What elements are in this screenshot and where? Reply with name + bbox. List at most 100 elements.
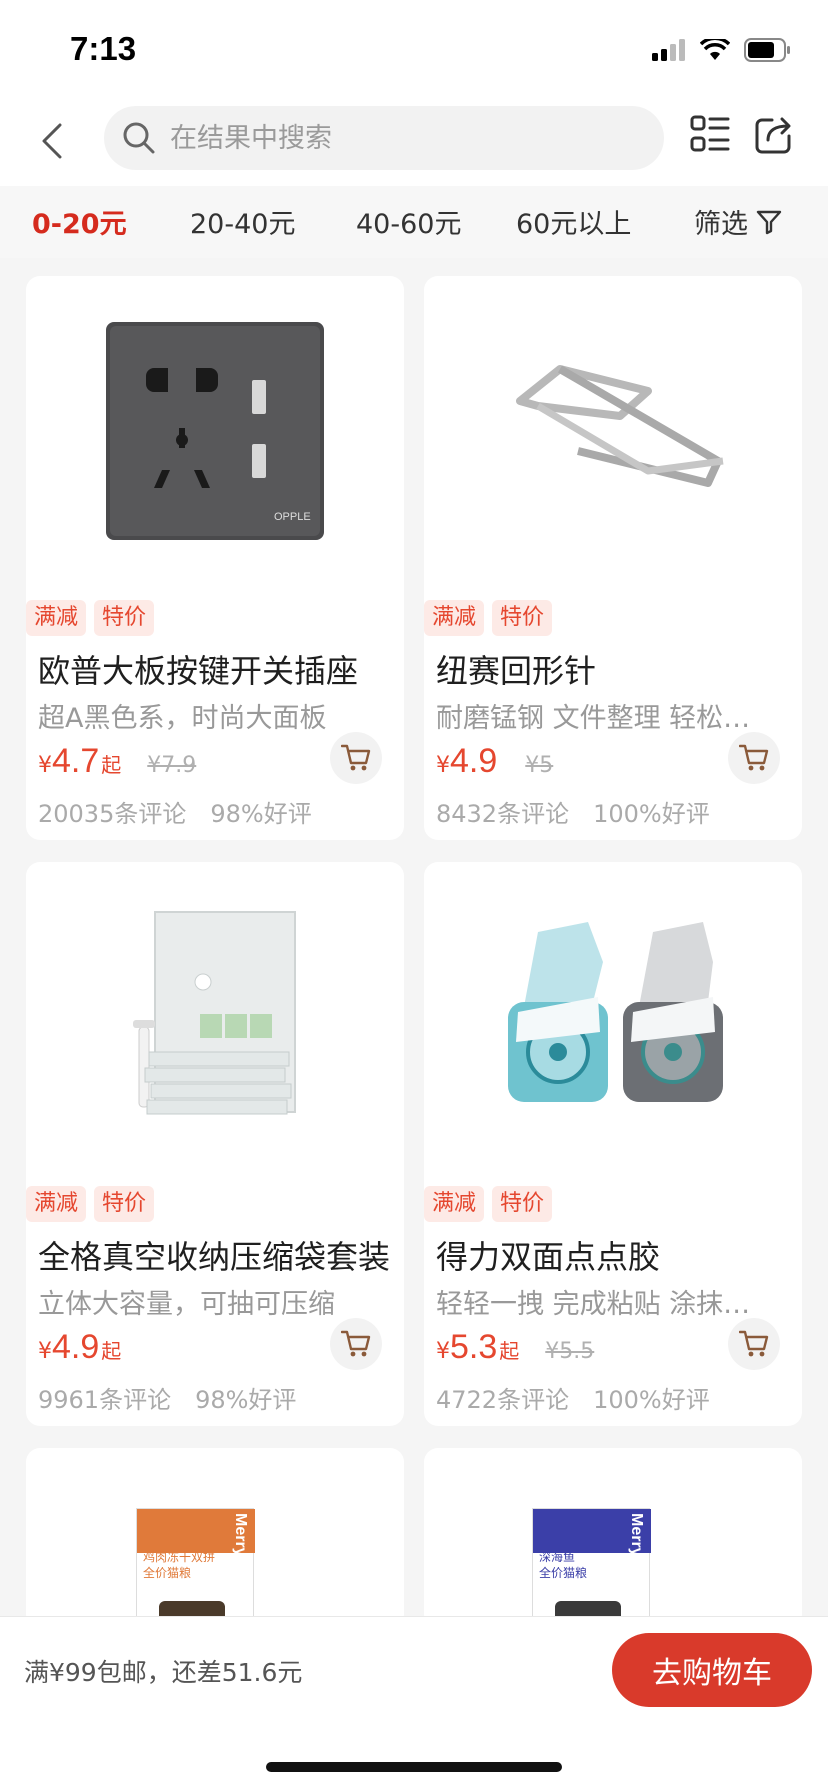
product-meta: 9961条评论 98%好评 <box>38 1380 296 1415</box>
review-count: 8432条评论 <box>436 800 570 828</box>
good-rating: 98%好评 <box>195 1386 297 1414</box>
go-to-cart-button[interactable]: 去购物车 <box>612 1633 812 1707</box>
list-view-icon <box>690 115 730 152</box>
promo-tags: 满减 特价 <box>26 1186 155 1222</box>
product-card[interactable]: 满减 特价 得力双面点点胶 轻轻一拽 完成粘贴 涂抹均匀 ¥ 5.3 起 ¥5.… <box>424 862 802 1426</box>
review-count: 20035条评论 <box>38 800 187 828</box>
price: 4.7 <box>52 742 100 780</box>
home-indicator[interactable] <box>266 1762 562 1772</box>
price-suffix: 起 <box>499 1339 520 1363</box>
product-title: 全格真空收纳压缩袋套装 <box>38 1238 391 1276</box>
price: 5.3 <box>450 1328 498 1366</box>
filter-button[interactable]: 筛选 <box>694 202 782 241</box>
add-to-cart-button[interactable] <box>330 732 382 784</box>
price-row: ¥ 4.7 起 ¥7.9 <box>38 742 196 781</box>
cart-icon <box>739 744 769 771</box>
pack-label: 深海鱼 全价猫粮 <box>539 1550 588 1580</box>
currency-symbol: ¥ <box>436 753 450 778</box>
share-button[interactable] <box>754 114 798 158</box>
product-subtitle: 立体大容量，可抽可压缩 <box>38 1289 335 1320</box>
paperclip-image <box>516 365 724 487</box>
product-image <box>424 862 802 1172</box>
original-price: ¥5 <box>525 753 554 778</box>
promo-tags: 满减 特价 <box>26 600 155 636</box>
logo-text: OPPLE <box>274 511 311 523</box>
back-button[interactable] <box>30 114 74 168</box>
tag-special-price: 特价 <box>492 1186 553 1222</box>
pack-label: 鸡肉冻干双拼 全价猫粮 <box>143 1550 216 1580</box>
price-filter-bar: 0-20元 20-40元 40-60元 60元以上 筛选 <box>0 186 828 258</box>
product-title: 纽赛回形针 <box>436 652 597 690</box>
search-icon <box>123 122 155 154</box>
vacuum-bag-image <box>133 911 296 1115</box>
tag-full-reduction: 满减 <box>424 1186 485 1222</box>
search-box[interactable] <box>104 106 664 170</box>
socket-image: OPPLE <box>106 322 324 540</box>
product-subtitle: 耐磨锰钢 文件整理 轻松固定 <box>436 703 776 734</box>
promo-tags: 满减 特价 <box>424 600 553 636</box>
search-input[interactable] <box>170 122 630 154</box>
good-rating: 98%好评 <box>210 800 312 828</box>
add-to-cart-button[interactable] <box>728 732 780 784</box>
product-title: 欧普大板按键开关插座 <box>38 652 359 690</box>
product-image: OPPLE <box>26 276 404 586</box>
product-subtitle: 轻轻一拽 完成粘贴 涂抹均匀 <box>436 1289 776 1320</box>
tag-special-price: 特价 <box>94 600 155 636</box>
free-shipping-hint: 满¥99包邮，还差51.6元 <box>24 1658 303 1687</box>
cat-food-pack-image: 鸡肉冻干双拼 全价猫粮 Merry Pet <box>136 1508 255 1619</box>
price: 4.9 <box>450 742 498 780</box>
product-card[interactable]: 深海鱼 全价猫粮 Merry Pet <box>424 1448 802 1628</box>
product-meta: 8432条评论 100%好评 <box>436 794 710 829</box>
original-price: ¥7.9 <box>147 753 197 778</box>
price-suffix: 起 <box>101 753 122 777</box>
currency-symbol: ¥ <box>38 753 52 778</box>
review-count: 4722条评论 <box>436 1386 570 1414</box>
status-time: 7:13 <box>70 30 137 67</box>
good-rating: 100%好评 <box>593 800 710 828</box>
filter-label: 筛选 <box>694 209 748 240</box>
review-count: 9961条评论 <box>38 1386 172 1414</box>
product-card[interactable]: OPPLE 满减 特价 欧普大板按键开关插座 超A黑色系，时尚大面板 ¥ 4.7… <box>26 276 404 840</box>
product-title: 得力双面点点胶 <box>436 1238 661 1276</box>
product-card[interactable]: 满减 特价 纽赛回形针 耐磨锰钢 文件整理 轻松固定 ¥ 4.9 ¥5 8432… <box>424 276 802 840</box>
original-price: ¥5.5 <box>545 1339 595 1364</box>
list-view-button[interactable] <box>690 114 734 158</box>
price-row: ¥ 4.9 ¥5 <box>436 742 553 781</box>
header <box>0 96 828 186</box>
pack-brand: Merry Pet <box>232 1513 249 1586</box>
product-card[interactable]: 满减 特价 全格真空收纳压缩袋套装 立体大容量，可抽可压缩 ¥ 4.9 起 99… <box>26 862 404 1426</box>
product-subtitle: 超A黑色系，时尚大面板 <box>38 703 327 734</box>
chevron-left-icon <box>42 123 62 159</box>
product-meta: 4722条评论 100%好评 <box>436 1380 710 1415</box>
tag-full-reduction: 满减 <box>26 1186 87 1222</box>
filter-0-20[interactable]: 0-20元 <box>32 202 127 241</box>
price: 4.9 <box>52 1328 100 1366</box>
add-to-cart-button[interactable] <box>330 1318 382 1370</box>
price-row: ¥ 4.9 起 <box>38 1328 121 1367</box>
status-bar: 7:13 <box>0 0 828 96</box>
filter-20-40[interactable]: 20-40元 <box>190 202 295 241</box>
tag-special-price: 特价 <box>492 600 553 636</box>
promo-tags: 满减 特价 <box>424 1186 553 1222</box>
filter-40-60[interactable]: 40-60元 <box>356 202 461 241</box>
currency-symbol: ¥ <box>436 1339 450 1364</box>
battery-icon <box>744 38 790 62</box>
price-row: ¥ 5.3 起 ¥5.5 <box>436 1328 594 1367</box>
tag-special-price: 特价 <box>94 1186 155 1222</box>
tag-full-reduction: 满减 <box>424 600 485 636</box>
add-to-cart-button[interactable] <box>728 1318 780 1370</box>
tag-full-reduction: 满减 <box>26 600 87 636</box>
cart-icon <box>739 1330 769 1357</box>
filter-60-plus[interactable]: 60元以上 <box>516 202 631 241</box>
price-suffix: 起 <box>101 1339 122 1363</box>
product-meta: 20035条评论 98%好评 <box>38 794 312 829</box>
pack-brand: Merry Pet <box>628 1513 645 1586</box>
product-card[interactable]: 鸡肉冻干双拼 全价猫粮 Merry Pet <box>26 1448 404 1628</box>
currency-symbol: ¥ <box>38 1339 52 1364</box>
share-icon <box>755 117 791 154</box>
cat-food-pack-image: 深海鱼 全价猫粮 Merry Pet <box>532 1508 651 1619</box>
good-rating: 100%好评 <box>593 1386 710 1414</box>
status-icons <box>652 36 792 64</box>
glue-tape-image <box>508 922 723 1102</box>
cart-icon <box>341 1330 371 1357</box>
